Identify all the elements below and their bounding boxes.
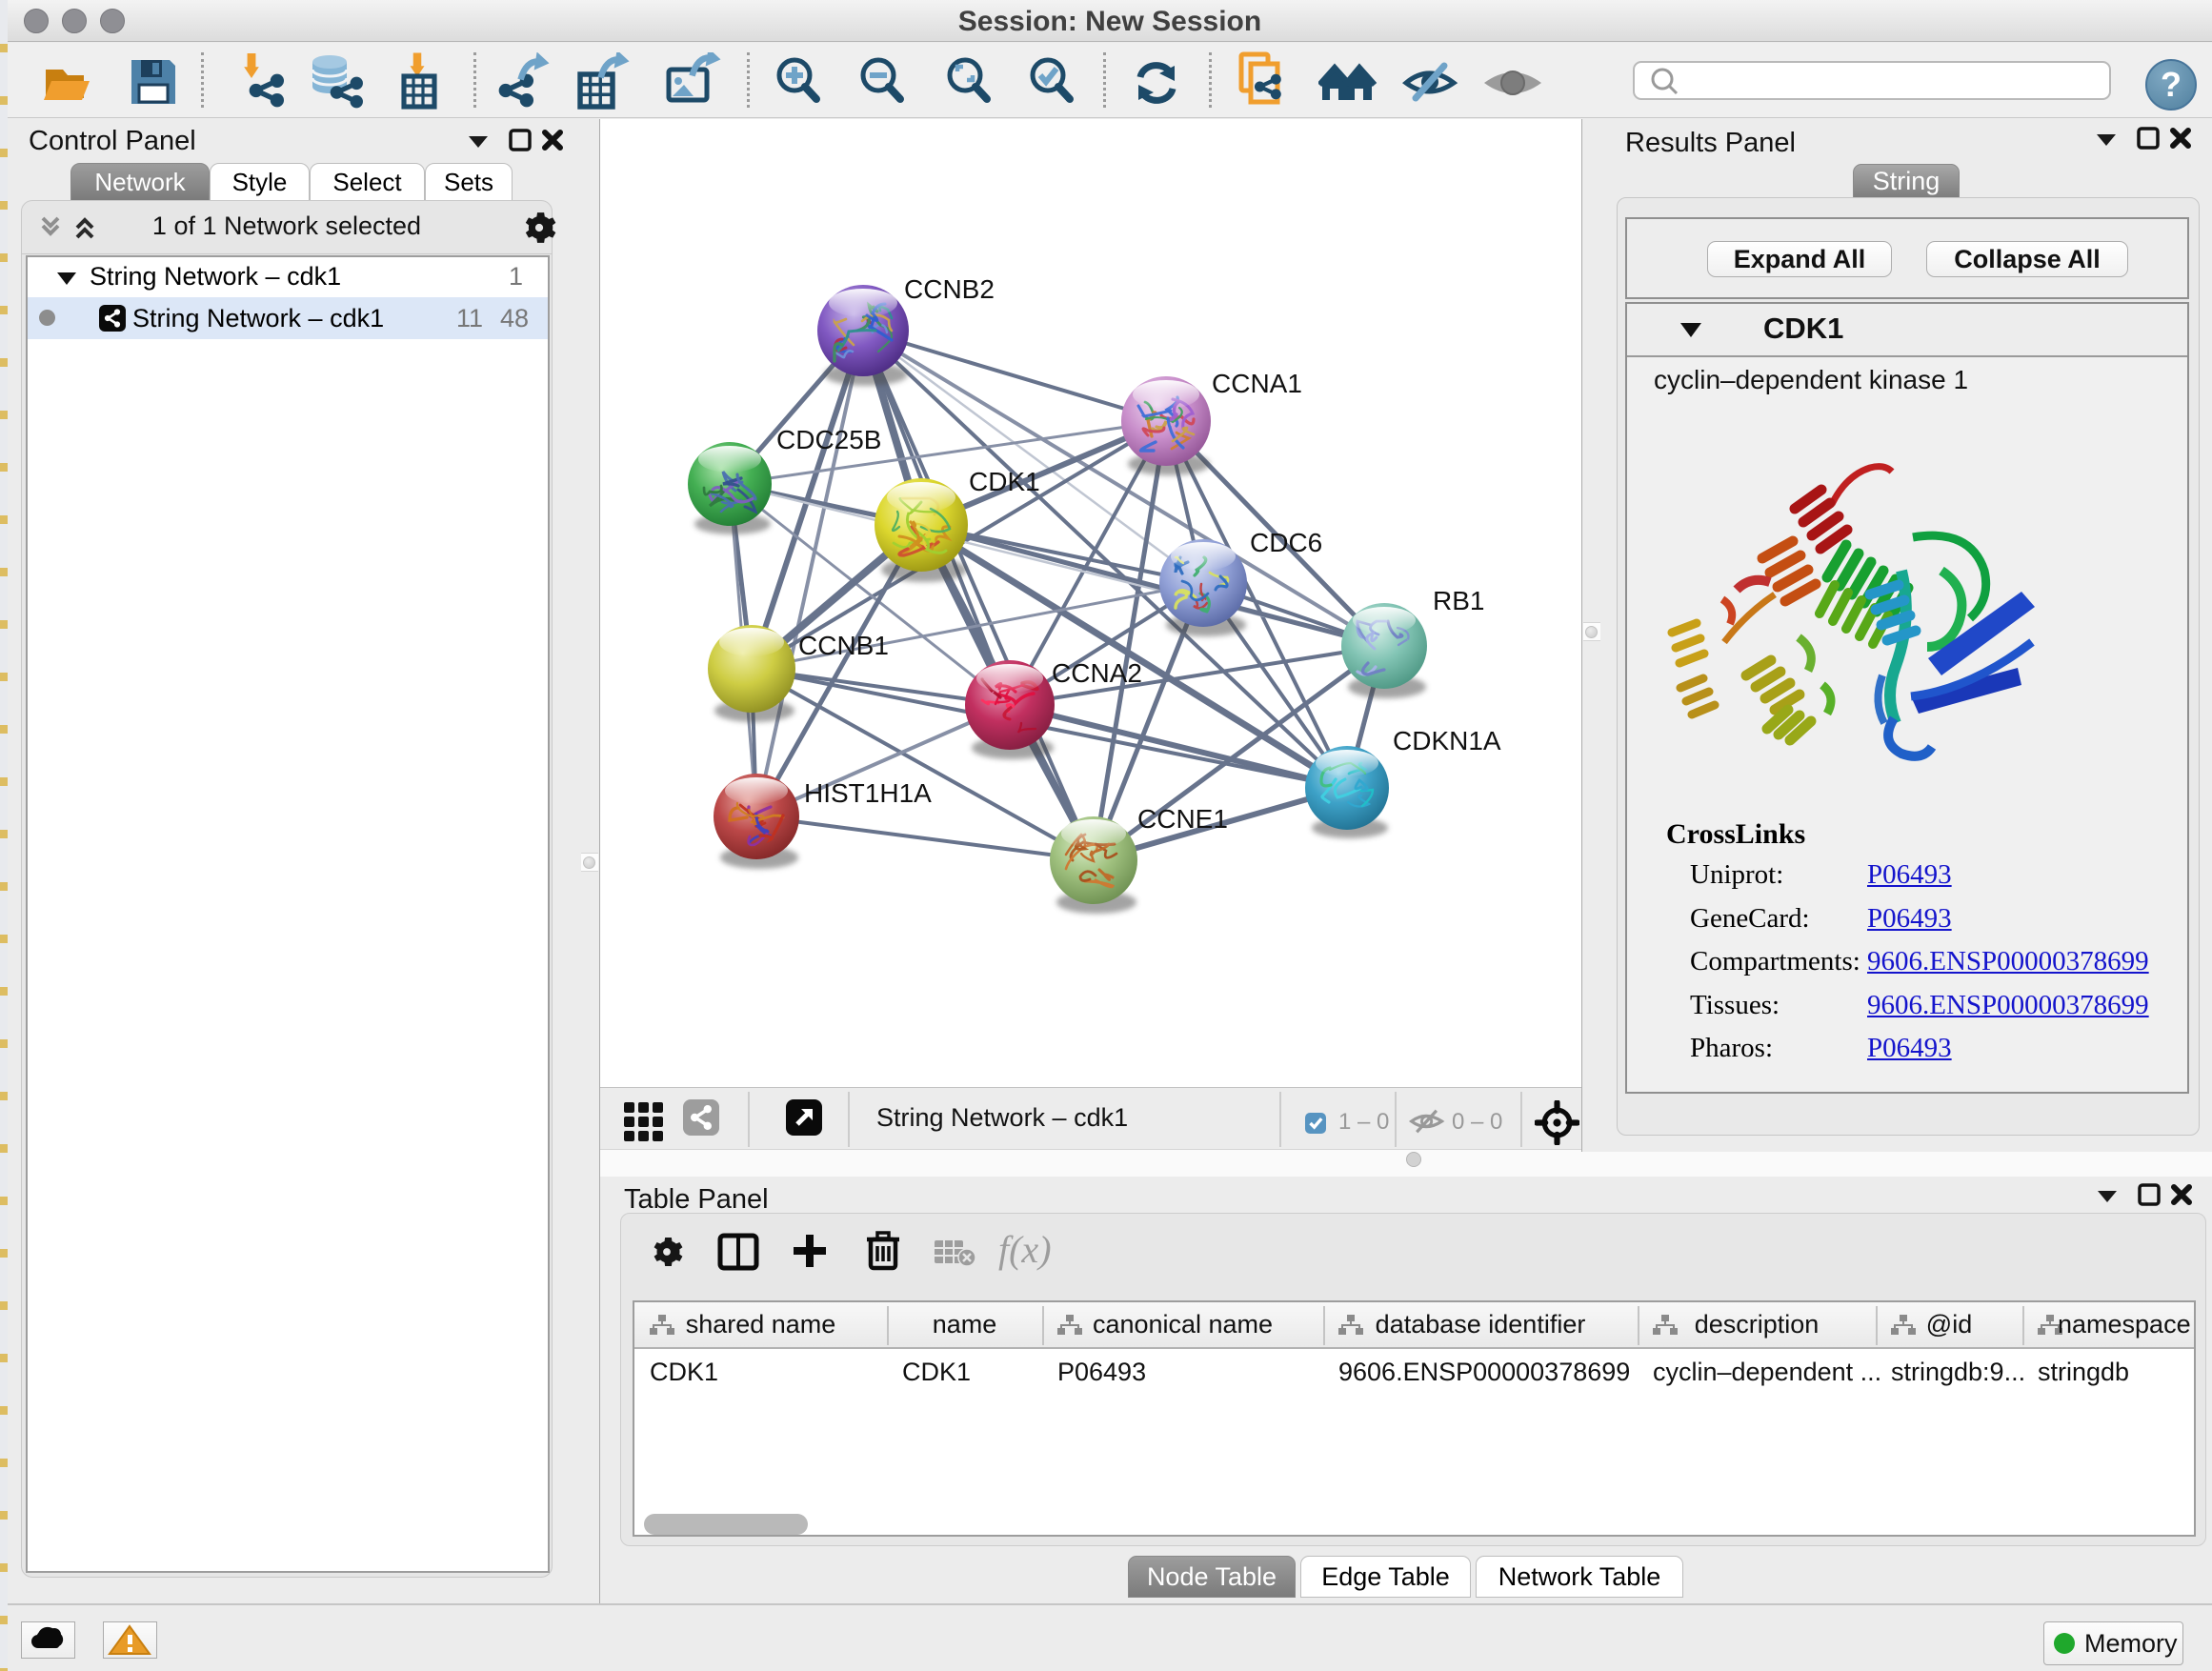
- svg-text:CDC6: CDC6: [1250, 528, 1322, 557]
- svg-text:CCNB2: CCNB2: [904, 274, 995, 304]
- svg-text:CDK1: CDK1: [969, 467, 1040, 496]
- svg-text:CCNA2: CCNA2: [1052, 658, 1142, 688]
- svg-text:CDC25B: CDC25B: [776, 425, 881, 454]
- svg-text:CDKN1A: CDKN1A: [1393, 726, 1501, 755]
- svg-text:CCNE1: CCNE1: [1137, 804, 1228, 834]
- svg-text:CCNA1: CCNA1: [1212, 369, 1302, 398]
- svg-text:?: ?: [2161, 65, 2182, 104]
- svg-text:CCNB1: CCNB1: [798, 631, 889, 660]
- svg-text:HIST1H1A: HIST1H1A: [804, 778, 932, 808]
- svg-text:RB1: RB1: [1433, 586, 1484, 615]
